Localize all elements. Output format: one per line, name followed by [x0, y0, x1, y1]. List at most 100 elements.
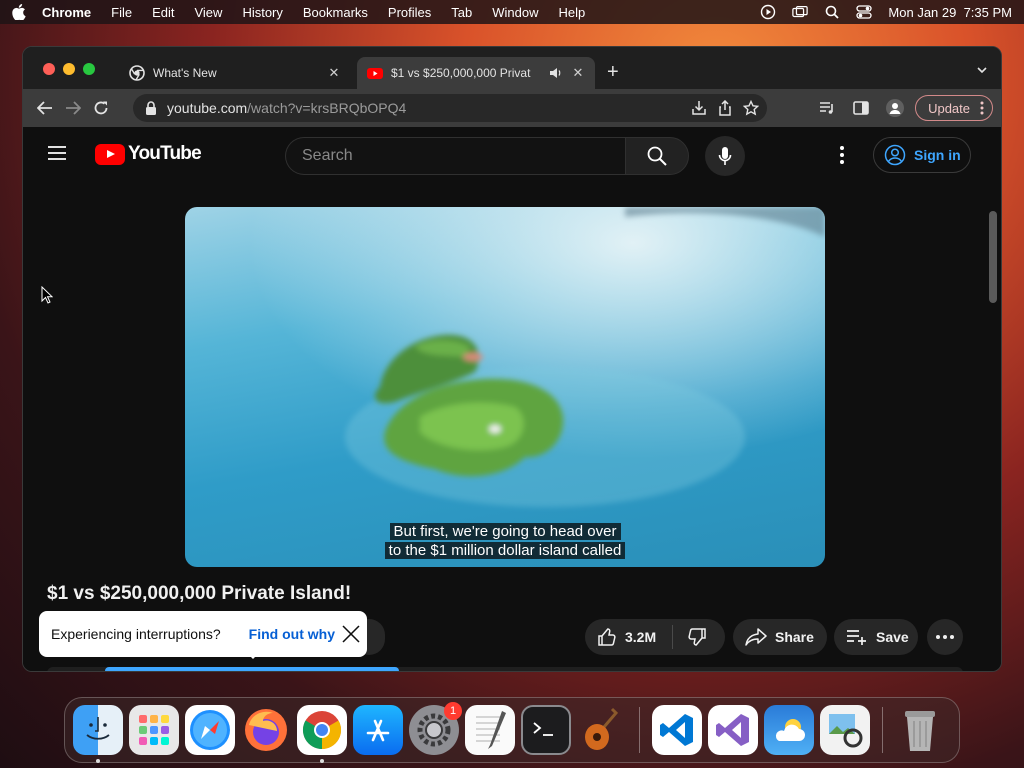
forward-button[interactable]: [59, 94, 87, 122]
youtube-logo-text: YouTube: [128, 143, 202, 164]
document-pen-icon: [476, 711, 506, 749]
profile-icon[interactable]: [881, 94, 909, 122]
weather-icon[interactable]: [764, 705, 814, 755]
thumbs-down-icon: [688, 628, 706, 646]
url-host: youtube.com: [167, 100, 248, 116]
control-center-icon[interactable]: [856, 5, 873, 19]
finder-icon[interactable]: [73, 705, 123, 763]
minimize-window-button[interactable]: [63, 63, 75, 75]
new-tab-button[interactable]: +: [607, 62, 619, 82]
youtube-page: YouTube Search Sign in But first, we're …: [23, 127, 1001, 671]
back-button[interactable]: [31, 94, 59, 122]
trash-icon[interactable]: [895, 705, 945, 755]
share-arrow-icon: [745, 628, 767, 646]
chrome-app-icon[interactable]: [297, 705, 347, 763]
find-out-why-link[interactable]: Find out why: [249, 626, 335, 642]
tab-youtube-video[interactable]: $1 vs $250,000,000 Privat ✕: [357, 57, 595, 89]
menu-help[interactable]: Help: [559, 5, 586, 20]
voice-search-button[interactable]: [705, 136, 745, 176]
menu-profiles[interactable]: Profiles: [388, 5, 431, 20]
more-options-icon: [980, 101, 984, 115]
sign-in-button[interactable]: Sign in: [873, 137, 971, 173]
more-actions-button[interactable]: [927, 619, 963, 655]
launchpad-icon[interactable]: [129, 705, 179, 755]
update-label: Update: [928, 100, 970, 116]
menu-file[interactable]: File: [111, 5, 132, 20]
video-title: $1 vs $250,000,000 Private Island!: [47, 583, 352, 604]
dock-separator: [639, 707, 640, 753]
settings-menu-icon[interactable]: [839, 145, 845, 165]
thumbs-up-icon: [598, 628, 616, 646]
zoom-window-button[interactable]: [83, 63, 95, 75]
apple-logo-icon[interactable]: [12, 4, 26, 20]
menu-view[interactable]: View: [194, 5, 222, 20]
menu-history[interactable]: History: [242, 5, 282, 20]
caption-text: to the $1 million dollar island called: [384, 542, 626, 559]
install-app-icon[interactable]: [691, 100, 707, 116]
menu-app-name[interactable]: Chrome: [42, 5, 91, 20]
tab-whats-new[interactable]: What's New ✕: [119, 57, 351, 89]
window-controls: [43, 63, 95, 75]
spotlight-search-icon[interactable]: [824, 5, 840, 19]
menu-clock[interactable]: Mon Jan 29 7:35 PM: [888, 5, 1012, 20]
screen-mirroring-icon[interactable]: [792, 5, 809, 19]
preview-icon[interactable]: [820, 705, 870, 755]
safari-icon[interactable]: [185, 705, 235, 755]
toast-message: Experiencing interruptions?: [51, 626, 221, 642]
menu-tab[interactable]: Tab: [451, 5, 472, 20]
highlighted-element-bar: [105, 667, 399, 671]
side-panel-icon[interactable]: [847, 94, 875, 122]
system-settings-icon[interactable]: 1: [409, 702, 462, 755]
visual-studio-icon[interactable]: [708, 705, 758, 755]
firefox-icon[interactable]: [241, 705, 291, 755]
lock-icon[interactable]: [145, 101, 157, 115]
save-label: Save: [876, 629, 909, 645]
vscode-icon[interactable]: [652, 705, 702, 755]
bookmark-star-icon[interactable]: [743, 100, 759, 116]
dislike-button[interactable]: [673, 627, 707, 647]
like-dislike-group: 3.2M: [585, 619, 725, 655]
account-circle-icon: [884, 144, 906, 166]
like-count: 3.2M: [625, 629, 657, 645]
speaker-icon[interactable]: [549, 67, 563, 79]
like-button[interactable]: 3.2M: [585, 625, 673, 649]
close-window-button[interactable]: [43, 63, 55, 75]
address-bar[interactable]: youtube.com/watch?v=krsBRQbOPQ4: [133, 94, 767, 122]
running-indicator: [320, 759, 324, 763]
garageband-icon[interactable]: [577, 705, 627, 755]
now-playing-icon[interactable]: [760, 4, 776, 20]
app-store-icon[interactable]: [353, 705, 403, 755]
mouse-pointer-icon: [41, 286, 53, 304]
close-icon[interactable]: [341, 624, 361, 644]
menu-edit[interactable]: Edit: [152, 5, 174, 20]
save-button[interactable]: Save: [834, 619, 918, 655]
hamburger-menu-icon[interactable]: [47, 145, 67, 161]
vscode-logo-icon: [660, 714, 693, 746]
share-icon[interactable]: [717, 100, 733, 116]
share-button[interactable]: Share: [733, 619, 827, 655]
search-input[interactable]: Search: [285, 137, 625, 175]
chrome-window: What's New ✕ $1 vs $250,000,000 Privat ✕…: [22, 46, 1002, 672]
island-video-frame: [185, 207, 825, 567]
menu-window[interactable]: Window: [492, 5, 538, 20]
vertical-scrollbar[interactable]: [989, 211, 997, 303]
toast-pointer: [245, 651, 261, 659]
caption-line-1: But first, we're going to head over: [185, 523, 825, 540]
sign-in-label: Sign in: [914, 147, 961, 163]
close-tab-icon[interactable]: ✕: [327, 65, 341, 81]
media-controls-icon[interactable]: [813, 94, 841, 122]
terminal-icon[interactable]: [521, 705, 571, 755]
youtube-logo[interactable]: YouTube: [95, 143, 202, 165]
reload-button[interactable]: [87, 94, 115, 122]
chevron-down-icon[interactable]: [977, 65, 987, 75]
dock: 1: [64, 697, 960, 763]
tab-title: What's New: [153, 66, 217, 80]
close-tab-icon[interactable]: ✕: [571, 65, 585, 81]
playlist-add-icon: [847, 630, 866, 645]
search-button[interactable]: [625, 137, 689, 175]
notification-badge: 1: [444, 702, 462, 720]
textedit-icon[interactable]: [465, 705, 515, 755]
update-button[interactable]: Update: [915, 95, 993, 121]
video-player[interactable]: But first, we're going to head over to t…: [185, 207, 825, 567]
menu-bookmarks[interactable]: Bookmarks: [303, 5, 368, 20]
